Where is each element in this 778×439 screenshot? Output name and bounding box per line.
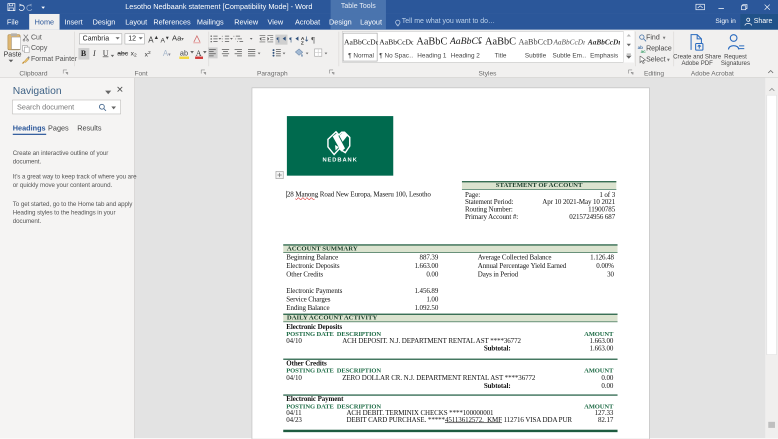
svg-text:¶: ¶ <box>289 36 292 43</box>
svg-text:Z: Z <box>301 40 304 46</box>
svg-text:¶: ¶ <box>277 36 280 43</box>
svg-text:¶: ¶ <box>311 36 315 45</box>
